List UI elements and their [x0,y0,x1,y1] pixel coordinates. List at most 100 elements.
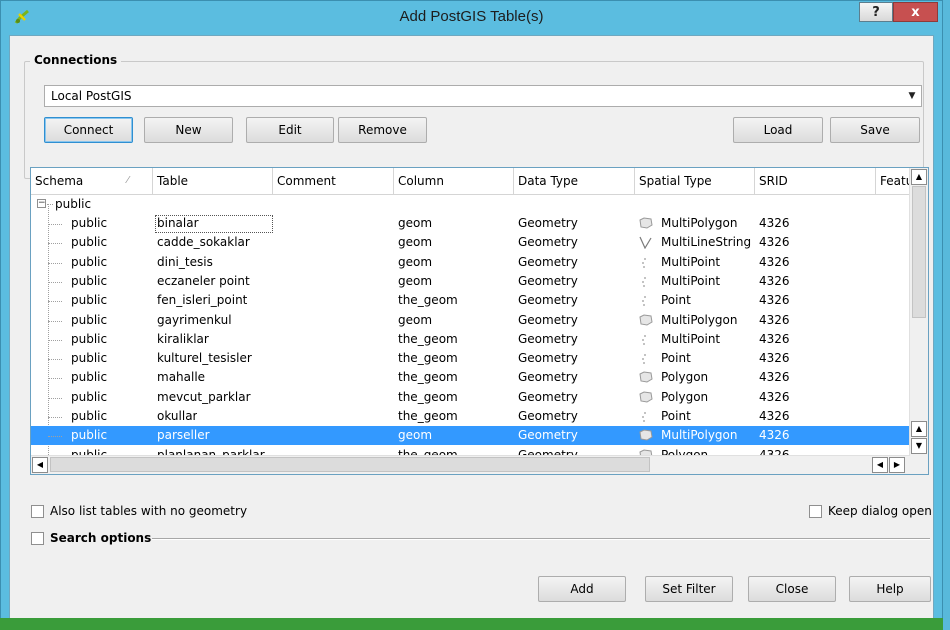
column-header-comment[interactable]: Comment [273,168,394,194]
column-header-data-type[interactable]: Data Type [514,168,635,194]
table-row[interactable]: public kiraliklar the_geom Geometry MultiPoi… [31,330,911,349]
cell-schema: public [71,293,108,308]
vertical-scroll-thumb[interactable] [912,186,926,318]
cell-table: gayrimenkul [157,312,232,327]
help-title-button[interactable]: ? [859,2,893,22]
cell-column: the_geom [398,370,458,385]
point-icon [638,275,654,288]
chevron-down-icon[interactable]: ▼ [903,86,921,106]
cell-srid: 4326 [759,312,790,327]
polygon-icon [638,217,654,230]
close-button[interactable]: Close [748,576,836,602]
column-header-srid[interactable]: SRID [755,168,876,194]
background-map-strip [0,618,943,630]
tables-treeview[interactable]: Schema ⁄ Table Comment Column Data Type S… [30,167,929,475]
cell-column: the_geom [398,389,458,404]
collapse-icon[interactable]: − [37,199,46,208]
table-row[interactable]: public binalar geom Geometry MultiPolygon 432… [31,214,911,233]
help-button[interactable]: Help [849,576,931,602]
cell-spatial-type: MultiLineString [661,235,752,250]
horizontal-scroll-thumb[interactable] [50,457,650,472]
keep-dialog-open-label: Keep dialog open [828,504,932,518]
table-row[interactable]: public fen_isleri_point the_geom Geometry Po… [31,291,911,310]
scroll-left-icon-2[interactable]: ◀ [872,457,888,473]
table-row[interactable]: public okullar the_geom Geometry Point 4326 [31,407,911,426]
connect-button[interactable]: Connect [44,117,133,143]
cell-column: geom [398,216,433,230]
cell-schema: public [71,273,108,288]
cell-srid: 4326 [759,409,790,423]
cell-spatial-type: MultiPolygon [661,428,738,443]
cell-data-type: Geometry [518,216,578,230]
cell-schema: public [71,312,108,327]
cell-schema: public [71,370,108,385]
cell-srid: 4326 [759,216,790,230]
cell-data-type: Geometry [518,370,578,385]
tree-root-row[interactable]: − public [31,195,911,214]
table-row[interactable]: public kulturel_tesisler the_geom Geometry P… [31,349,911,368]
cell-data-type: Geometry [518,389,578,404]
scroll-left-icon[interactable]: ◀ [32,457,48,473]
dialog-body: Connections Local PostGIS ▼ Connect New … [9,35,934,619]
vertical-scrollbar[interactable]: ▲ ▲ ▼ [909,168,928,456]
cell-srid: 4326 [759,331,790,346]
keep-dialog-open-checkbox[interactable] [809,505,822,518]
search-options-checkbox[interactable] [31,532,44,545]
cell-spatial-type: MultiPolygon [661,312,738,327]
table-row[interactable]: public mahalle the_geom Geometry Polygon 4326 [31,368,911,387]
cell-column: geom [398,273,433,288]
column-header-table[interactable]: Table [153,168,273,194]
cell-table: dini_tesis [157,254,213,269]
new-button[interactable]: New [144,117,233,143]
cell-srid: 4326 [759,389,790,404]
scroll-up-icon[interactable]: ▲ [911,169,927,185]
close-title-button[interactable]: x [893,2,938,22]
point-icon [638,333,654,346]
table-row[interactable]: public cadde_sokaklar geom Geometry MultiLin… [31,233,911,252]
cell-srid: 4326 [759,351,790,366]
cell-data-type: Geometry [518,331,578,346]
focus-rect [155,215,273,233]
scroll-right-icon[interactable]: ▶ [889,457,905,473]
title-bar[interactable]: Add PostGIS Table(s) ? x [1,1,942,35]
cell-schema: public [71,254,108,269]
cell-schema: public [71,351,108,366]
table-row[interactable]: public mevcut_parklar the_geom Geometry Poly… [31,388,911,407]
cell-data-type: Geometry [518,428,578,443]
cell-column: the_geom [398,351,458,366]
table-header: Schema ⁄ Table Comment Column Data Type S… [31,168,913,195]
polygon-icon [638,371,654,384]
cell-table: cadde_sokaklar [157,235,250,250]
table-row[interactable]: public gayrimenkul geom Geometry MultiPolygo… [31,311,911,330]
save-button[interactable]: Save [830,117,920,143]
table-row[interactable]: public parseller geom Geometry MultiPolygon 4… [31,426,911,446]
remove-button[interactable]: Remove [338,117,427,143]
column-header-schema[interactable]: Schema ⁄ [31,168,153,194]
edit-button[interactable]: Edit [246,117,334,143]
cell-schema: public [71,216,108,230]
scroll-up-icon-2[interactable]: ▲ [911,421,927,437]
load-button[interactable]: Load [733,117,823,143]
scroll-down-icon[interactable]: ▼ [911,438,927,454]
add-button[interactable]: Add [538,576,626,602]
point-icon [638,352,654,365]
column-header-column[interactable]: Column [394,168,514,194]
connection-select[interactable]: Local PostGIS ▼ [44,85,922,107]
cell-srid: 4326 [759,235,790,250]
cell-data-type: Geometry [518,293,578,308]
cell-column: the_geom [398,409,458,423]
column-header-spatial-type[interactable]: Spatial Type [635,168,755,194]
horizontal-scrollbar[interactable]: ◀ ◀ ▶ [31,455,911,474]
cell-column: geom [398,428,433,443]
cell-schema: public [71,235,108,250]
set-filter-button[interactable]: Set Filter [645,576,733,602]
point-icon [638,294,654,307]
table-row[interactable]: public eczaneler point geom Geometry MultiPo… [31,272,911,291]
cell-data-type: Geometry [518,409,578,423]
table-row[interactable]: public dini_tesis geom Geometry MultiPoint 43… [31,253,911,272]
cell-spatial-type: Polygon [661,370,709,385]
cell-data-type: Geometry [518,273,578,288]
list-no-geometry-checkbox[interactable] [31,505,44,518]
cell-table: kiraliklar [157,331,209,346]
cell-spatial-type: Point [661,293,691,308]
